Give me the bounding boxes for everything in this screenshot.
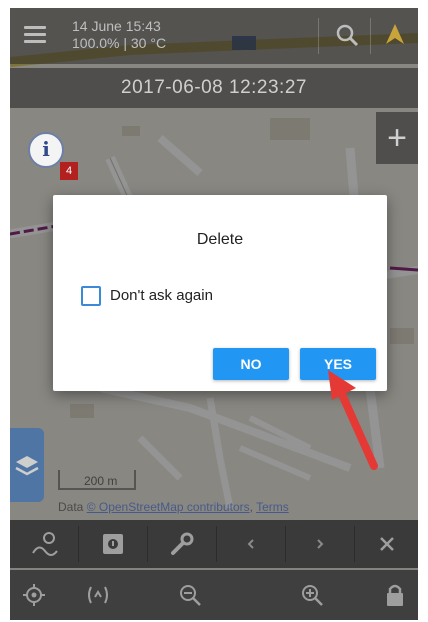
top-bar: 14 June 15:43 100.0% | 30 °C: [10, 8, 418, 64]
osm-link[interactable]: © OpenStreetMap contributors: [87, 500, 250, 514]
dialog-title: Delete: [196, 231, 244, 248]
dont-ask-label[interactable]: Don't ask again: [110, 287, 213, 304]
delete-dialog: Delete Don't ask again NO YES: [53, 195, 387, 391]
app-screen: 14 June 15:43 100.0% | 30 °C 2017-06-08 …: [10, 8, 418, 620]
chevron-right-icon[interactable]: [286, 520, 354, 568]
notification-badge: 4: [60, 162, 78, 180]
lock-icon[interactable]: [372, 570, 418, 620]
terms-link[interactable]: Terms: [256, 500, 289, 514]
map-attribution: Data © OpenStreetMap contributors, Terms: [58, 500, 289, 514]
chevron-left-icon[interactable]: [217, 520, 285, 568]
info-square-icon[interactable]: [79, 520, 147, 568]
dont-ask-checkbox[interactable]: [81, 286, 101, 306]
status-battery-temp: 100.0% | 30 °C: [72, 35, 167, 51]
zoom-in-icon[interactable]: [282, 570, 342, 620]
scale-label: 200 m: [84, 474, 118, 488]
search-icon[interactable]: [334, 22, 360, 48]
bottom-toolbar-2: [10, 570, 418, 620]
bottom-toolbar-1: [10, 520, 418, 568]
wrench-icon[interactable]: [148, 520, 216, 568]
menu-icon[interactable]: [24, 26, 46, 44]
track-time: 2017-06-08 12:23:27: [10, 68, 418, 108]
add-button[interactable]: +: [376, 112, 418, 164]
close-icon[interactable]: [355, 520, 418, 568]
divider: [318, 18, 319, 54]
compass-icon[interactable]: [382, 22, 408, 48]
gps-target-icon[interactable]: [10, 570, 58, 620]
attribution-prefix: Data: [58, 500, 87, 514]
rotate-icon[interactable]: [68, 570, 128, 620]
layers-button[interactable]: [10, 428, 44, 502]
divider: [370, 18, 371, 54]
layers-icon: [15, 456, 39, 476]
zoom-out-icon[interactable]: [160, 570, 220, 620]
status-datetime: 14 June 15:43: [72, 18, 161, 34]
route-planner-icon[interactable]: [10, 520, 78, 568]
annotation-arrow-icon: [310, 366, 390, 481]
no-button[interactable]: NO: [213, 348, 289, 380]
info-icon[interactable]: i: [28, 132, 64, 168]
